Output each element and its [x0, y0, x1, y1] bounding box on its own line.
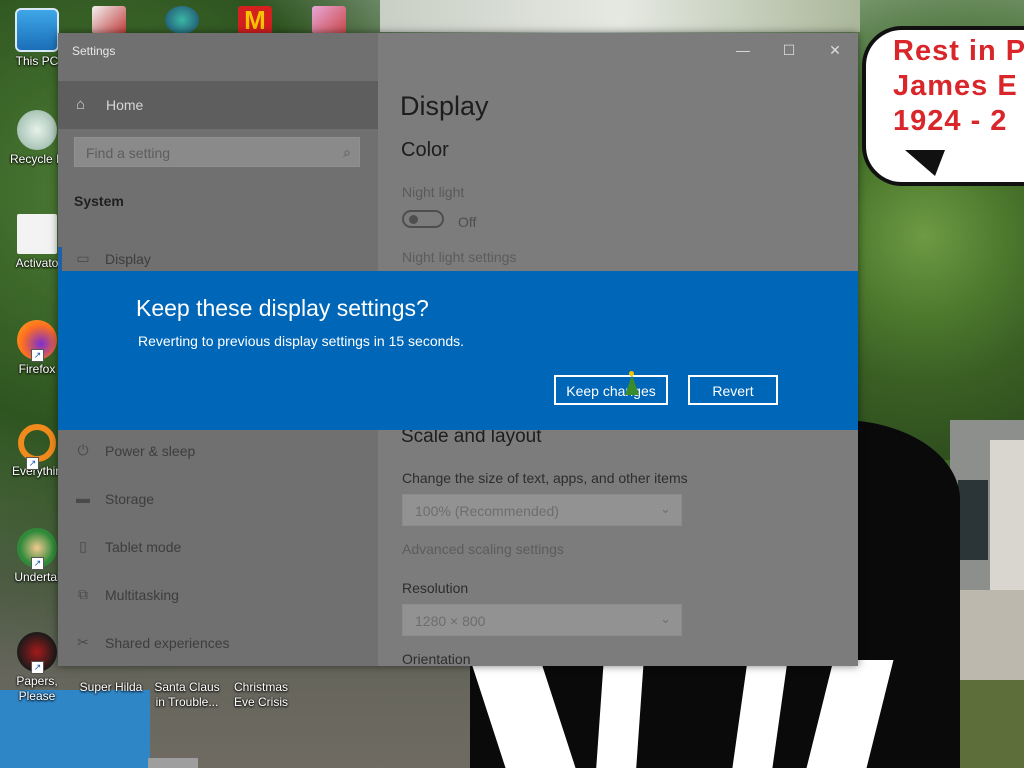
shared-icon: ✂ — [77, 634, 89, 650]
icon-spacer — [224, 666, 298, 680]
computer-icon — [15, 8, 59, 52]
speech-bubble-text: Rest in P James E 1924 - 2 — [893, 34, 1024, 139]
resolution-dropdown[interactable]: 1280 × 800 ⌄ — [402, 604, 682, 636]
sky — [380, 0, 860, 32]
firefox-icon: ↗ — [17, 320, 57, 362]
titlebar[interactable]: Settings — ☐ ✕ — [58, 33, 858, 67]
power-icon: ⏻ — [77, 442, 89, 458]
search-placeholder: Find a setting — [86, 145, 171, 161]
bubble-line: James E — [893, 70, 1018, 102]
revert-button[interactable]: Revert — [688, 375, 778, 405]
speech-bubble-tail — [905, 150, 945, 176]
sidebar-item-label: Display — [105, 251, 151, 267]
trees — [858, 140, 1024, 460]
sidebar-item-power-sleep[interactable]: ⏻ Power & sleep — [58, 431, 378, 471]
desktop-icon-santa-claus[interactable]: Santa Claus in Trouble... — [150, 666, 224, 710]
resolution-dropdown-value: 1280 × 800 — [415, 613, 486, 629]
building-door — [958, 480, 988, 560]
sidebar-item-tablet-mode[interactable]: ▯ Tablet mode — [58, 527, 378, 567]
cursor-star-icon — [629, 371, 634, 376]
papers-please-icon: ↗ — [17, 632, 57, 674]
page-title: Display — [400, 91, 489, 121]
orientation-label: Orientation — [402, 651, 471, 666]
sidebar-item-label: Power & sleep — [105, 443, 196, 459]
night-light-state: Off — [458, 214, 477, 230]
desktop-icon-partial[interactable] — [92, 6, 126, 34]
sidebar-item-label: Shared experiences — [105, 635, 230, 651]
bubble-line: 1924 - 2 — [893, 105, 1008, 137]
desktop-icon-label: Super Hilda — [79, 680, 143, 694]
advanced-scaling-link[interactable]: Advanced scaling settings — [402, 541, 564, 557]
sidebar-item-home[interactable]: ⌂ Home — [58, 81, 378, 129]
document-icon — [17, 214, 57, 254]
lawn — [960, 680, 1024, 768]
close-button[interactable]: ✕ — [812, 33, 858, 67]
sidewalk — [950, 590, 1024, 680]
desktop-icon-label: Christmas Eve Crisis — [233, 680, 288, 709]
night-light-label: Night light — [402, 184, 465, 200]
chevron-down-icon: ⌄ — [660, 501, 671, 516]
keep-changes-button[interactable]: Keep changes — [554, 375, 668, 405]
window-title: Settings — [72, 44, 116, 58]
chevron-down-icon: ⌄ — [660, 611, 671, 626]
desktop-icon-partial[interactable] — [312, 6, 346, 34]
sidebar-item-shared-experiences[interactable]: ✂ Shared experiences — [58, 623, 378, 663]
minimize-button[interactable]: — — [720, 33, 766, 67]
active-indicator — [58, 247, 62, 273]
scale-dropdown-value: 100% (Recommended) — [415, 503, 559, 519]
dialog-message: Reverting to previous display settings i… — [138, 333, 465, 349]
tablet-icon: ▯ — [79, 538, 87, 554]
storage-icon: ▬ — [76, 490, 90, 506]
desktop-icon-label: Santa Claus in Trouble... — [154, 680, 220, 709]
scale-dropdown[interactable]: 100% (Recommended) ⌄ — [402, 494, 682, 526]
search-magnifier-icon: ↗ — [18, 424, 56, 470]
christmas-tree-cursor-icon — [625, 375, 639, 395]
bubble-line: Rest in P — [893, 35, 1024, 67]
desktop-icon-christmas-eve-crisis[interactable]: Christmas Eve Crisis — [224, 666, 298, 710]
resolution-label: Resolution — [402, 580, 469, 596]
night-light-settings-link[interactable]: Night light settings — [402, 249, 516, 265]
sidebar-item-label: Tablet mode — [105, 539, 182, 555]
icon-spacer — [150, 666, 224, 680]
keep-settings-dialog: Keep these display settings? Reverting t… — [58, 271, 858, 430]
monitor-icon: ▭ — [76, 250, 90, 266]
search-icon: ⌕ — [343, 144, 351, 160]
figure-stripe — [596, 660, 644, 768]
shortcut-arrow-icon: ↗ — [26, 457, 39, 470]
sidebar-item-storage[interactable]: ▬ Storage — [58, 479, 378, 519]
search-input[interactable]: Find a setting ⌕ — [74, 137, 360, 167]
icon-spacer — [74, 666, 148, 680]
taskbar-edge — [148, 758, 198, 768]
sidebar-item-label: Home — [106, 97, 144, 113]
sidebar-section-title: System — [74, 193, 124, 209]
pillar — [990, 440, 1024, 590]
color-heading: Color — [401, 139, 449, 161]
shortcut-arrow-icon: ↗ — [31, 661, 44, 674]
undertale-icon: ↗ — [17, 528, 57, 570]
night-light-toggle[interactable] — [402, 210, 444, 228]
dialog-title: Keep these display settings? — [136, 295, 429, 321]
toggle-knob — [409, 215, 418, 224]
desktop-icon-super-hilda[interactable]: Super Hilda — [74, 666, 148, 695]
recycle-bin-icon — [17, 110, 57, 150]
sidebar-item-label: Multitasking — [105, 587, 179, 603]
shortcut-arrow-icon: ↗ — [31, 349, 44, 362]
home-icon: ⌂ — [76, 96, 86, 113]
shortcut-arrow-icon: ↗ — [31, 557, 44, 570]
multitasking-icon: ⧉ — [78, 586, 88, 602]
sidebar-item-multitasking[interactable]: ⧉ Multitasking — [58, 575, 378, 615]
maximize-button[interactable]: ☐ — [766, 33, 812, 67]
desktop-icon-partial[interactable] — [165, 6, 199, 34]
size-label: Change the size of text, apps, and other… — [402, 470, 688, 486]
desktop-icon-label: Papers, Please — [16, 674, 58, 703]
mcdonalds-icon[interactable]: M — [238, 6, 272, 34]
sidebar-item-label: Storage — [105, 491, 155, 507]
